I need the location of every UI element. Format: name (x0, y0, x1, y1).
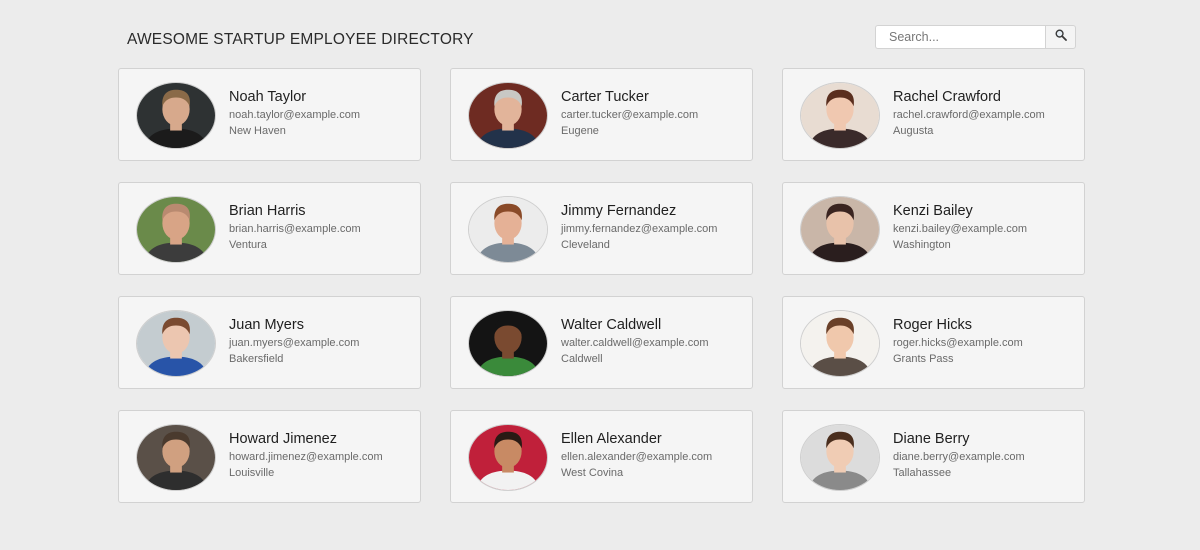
employee-card[interactable]: Noah Taylor noah.taylor@example.com New … (118, 68, 421, 161)
employee-city: West Covina (561, 467, 624, 479)
employee-email: kenzi.bailey@example.com (893, 223, 1028, 235)
employee-city: Cleveland (561, 239, 610, 251)
employee-info: Noah Taylor noah.taylor@example.com New … (229, 89, 360, 139)
employee-city: Grants Pass (893, 353, 954, 365)
employee-name: Noah Taylor (229, 89, 307, 105)
employee-name: Jimmy Fernandez (561, 203, 677, 219)
employee-info: Walter Caldwell walter.caldwell@example.… (561, 317, 709, 367)
employee-name: Juan Myers (229, 317, 304, 333)
search-form (875, 25, 1076, 49)
employee-email: diane.berry@example.com (893, 451, 1025, 463)
employee-grid: Noah Taylor noah.taylor@example.com New … (118, 68, 1085, 503)
employee-name: Kenzi Bailey (893, 203, 973, 219)
employee-city: Tallahassee (893, 467, 952, 479)
employee-card[interactable]: Juan Myers juan.myers@example.com Bakers… (118, 296, 421, 389)
employee-card[interactable]: Roger Hicks roger.hicks@example.com Gran… (782, 296, 1085, 389)
employee-name: Brian Harris (229, 203, 306, 219)
employee-info: Ellen Alexander ellen.alexander@example.… (561, 431, 712, 481)
employee-city: Washington (893, 239, 951, 251)
employee-email: howard.jimenez@example.com (229, 451, 383, 463)
employee-city: Eugene (561, 125, 599, 137)
employee-city: Caldwell (561, 353, 603, 365)
employee-email: noah.taylor@example.com (229, 109, 361, 121)
avatar (136, 196, 216, 263)
employee-email: brian.harris@example.com (229, 223, 361, 235)
avatar (136, 310, 216, 377)
employee-email: carter.tucker@example.com (561, 109, 699, 121)
employee-email: ellen.alexander@example.com (561, 451, 713, 463)
employee-name: Diane Berry (893, 431, 970, 447)
employee-info: Kenzi Bailey kenzi.bailey@example.com Wa… (893, 203, 1027, 253)
employee-card[interactable]: Carter Tucker carter.tucker@example.com … (450, 68, 753, 161)
employee-card[interactable]: Diane Berry diane.berry@example.com Tall… (782, 410, 1085, 503)
employee-email: rachel.crawford@example.com (893, 109, 1045, 121)
avatar (800, 82, 880, 149)
employee-info: Rachel Crawford rachel.crawford@example.… (893, 89, 1045, 139)
employee-info: Roger Hicks roger.hicks@example.com Gran… (893, 317, 1023, 367)
employee-email: juan.myers@example.com (229, 337, 360, 349)
avatar (468, 82, 548, 149)
employee-city: Louisville (229, 467, 275, 479)
avatar (800, 196, 880, 263)
employee-name: Carter Tucker (561, 89, 649, 105)
avatar (800, 310, 880, 377)
employee-city: New Haven (229, 125, 286, 137)
employee-card[interactable]: Brian Harris brian.harris@example.com Ve… (118, 182, 421, 275)
employee-info: Brian Harris brian.harris@example.com Ve… (229, 203, 361, 253)
employee-info: Diane Berry diane.berry@example.com Tall… (893, 431, 1025, 481)
employee-name: Rachel Crawford (893, 89, 1001, 105)
avatar (468, 196, 548, 263)
employee-card[interactable]: Walter Caldwell walter.caldwell@example.… (450, 296, 753, 389)
avatar (468, 424, 548, 491)
employee-info: Jimmy Fernandez jimmy.fernandez@example.… (561, 203, 717, 253)
employee-city: Ventura (229, 239, 267, 251)
page-title: AWESOME STARTUP EMPLOYEE DIRECTORY (127, 31, 474, 48)
employee-city: Augusta (893, 125, 934, 137)
employee-email: roger.hicks@example.com (893, 337, 1023, 349)
employee-card[interactable]: Ellen Alexander ellen.alexander@example.… (450, 410, 753, 503)
employee-email: jimmy.fernandez@example.com (561, 223, 718, 235)
search-input[interactable] (875, 25, 1045, 49)
employee-card[interactable]: Kenzi Bailey kenzi.bailey@example.com Wa… (782, 182, 1085, 275)
employee-name: Roger Hicks (893, 317, 972, 333)
employee-card[interactable]: Howard Jimenez howard.jimenez@example.co… (118, 410, 421, 503)
employee-name: Ellen Alexander (561, 431, 662, 447)
employee-info: Carter Tucker carter.tucker@example.com … (561, 89, 698, 139)
avatar (468, 310, 548, 377)
employee-email: walter.caldwell@example.com (561, 337, 709, 349)
header: AWESOME STARTUP EMPLOYEE DIRECTORY (127, 25, 1077, 52)
employee-directory-page: AWESOME STARTUP EMPLOYEE DIRECTORY Searc… (0, 0, 1200, 550)
employee-info: Juan Myers juan.myers@example.com Bakers… (229, 317, 359, 367)
employee-name: Howard Jimenez (229, 431, 337, 447)
search-button[interactable] (1045, 25, 1076, 49)
magnifier-icon (1054, 28, 1067, 46)
avatar (136, 424, 216, 491)
employee-city: Bakersfield (229, 353, 284, 365)
avatar (800, 424, 880, 491)
employee-name: Walter Caldwell (561, 317, 662, 333)
employee-info: Howard Jimenez howard.jimenez@example.co… (229, 431, 383, 481)
avatar (136, 82, 216, 149)
employee-card[interactable]: Rachel Crawford rachel.crawford@example.… (782, 68, 1085, 161)
employee-card[interactable]: Jimmy Fernandez jimmy.fernandez@example.… (450, 182, 753, 275)
